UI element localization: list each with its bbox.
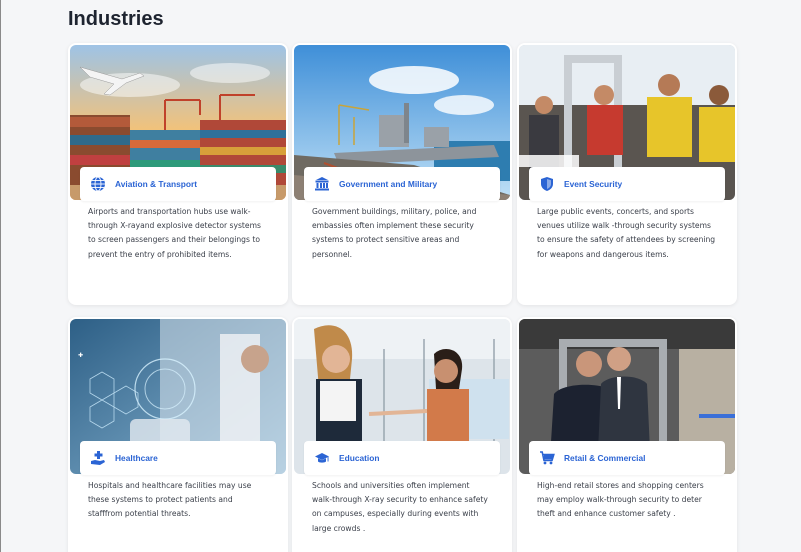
card-title: Healthcare — [115, 453, 158, 463]
card-description: Large public events, concerts, and sport… — [537, 207, 716, 259]
card-title: Event Security — [564, 179, 623, 189]
card-label: Retail & Commercial — [529, 441, 725, 475]
government-building-icon — [314, 176, 330, 192]
shield-icon — [539, 176, 555, 192]
hand-medical-icon — [90, 450, 106, 466]
svg-text:✚: ✚ — [78, 352, 83, 359]
globe-icon — [90, 176, 106, 192]
card-description: Airports and transportation hubs use wal… — [88, 207, 261, 259]
shopping-cart-icon — [539, 450, 555, 466]
card-label: Aviation & Transport — [80, 167, 276, 201]
card-title: Aviation & Transport — [115, 179, 198, 189]
industry-card-event-security[interactable]: Event Security Large public events, conc… — [517, 43, 737, 305]
card-label: Education — [304, 441, 500, 475]
card-label: Event Security — [529, 167, 725, 201]
industry-card-retail[interactable]: Retail & Commercial High-end retail stor… — [517, 317, 737, 552]
card-label: Government and Military — [304, 167, 500, 201]
industry-card-healthcare[interactable]: ✚ Healthcare Hospitals and healthcare fa… — [68, 317, 288, 552]
industry-card-aviation[interactable]: Aviation & Transport Airports and transp… — [68, 43, 288, 305]
card-title: Education — [339, 453, 380, 463]
card-description: Government buildings, military, police, … — [312, 207, 477, 259]
card-title: Retail & Commercial — [564, 453, 646, 463]
card-title: Government and Military — [339, 179, 438, 189]
card-description: High-end retail stores and shopping cent… — [537, 481, 704, 519]
card-description: Schools and universities often implement… — [312, 481, 488, 533]
industry-card-education[interactable]: Education Schools and universities often… — [292, 317, 512, 552]
industry-card-government[interactable]: Government and Military Government build… — [292, 43, 512, 305]
page-title: Industries — [68, 8, 164, 30]
graduation-cap-icon — [314, 450, 330, 466]
card-description: Hospitals and healthcare facilities may … — [88, 481, 252, 519]
card-label: Healthcare — [80, 441, 276, 475]
